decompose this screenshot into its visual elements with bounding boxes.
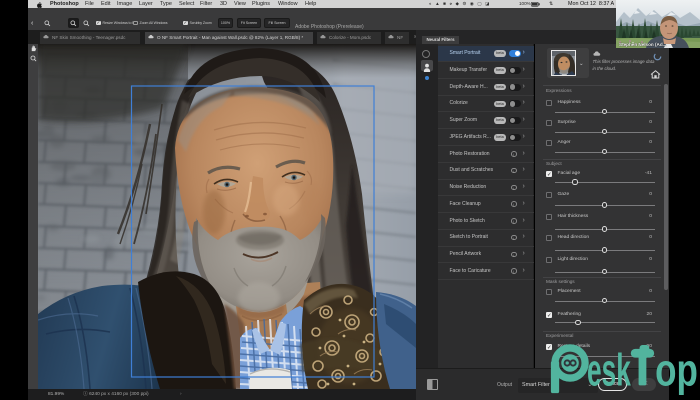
- svg-text:op: op: [655, 344, 698, 395]
- svg-text:esk: esk: [587, 344, 631, 395]
